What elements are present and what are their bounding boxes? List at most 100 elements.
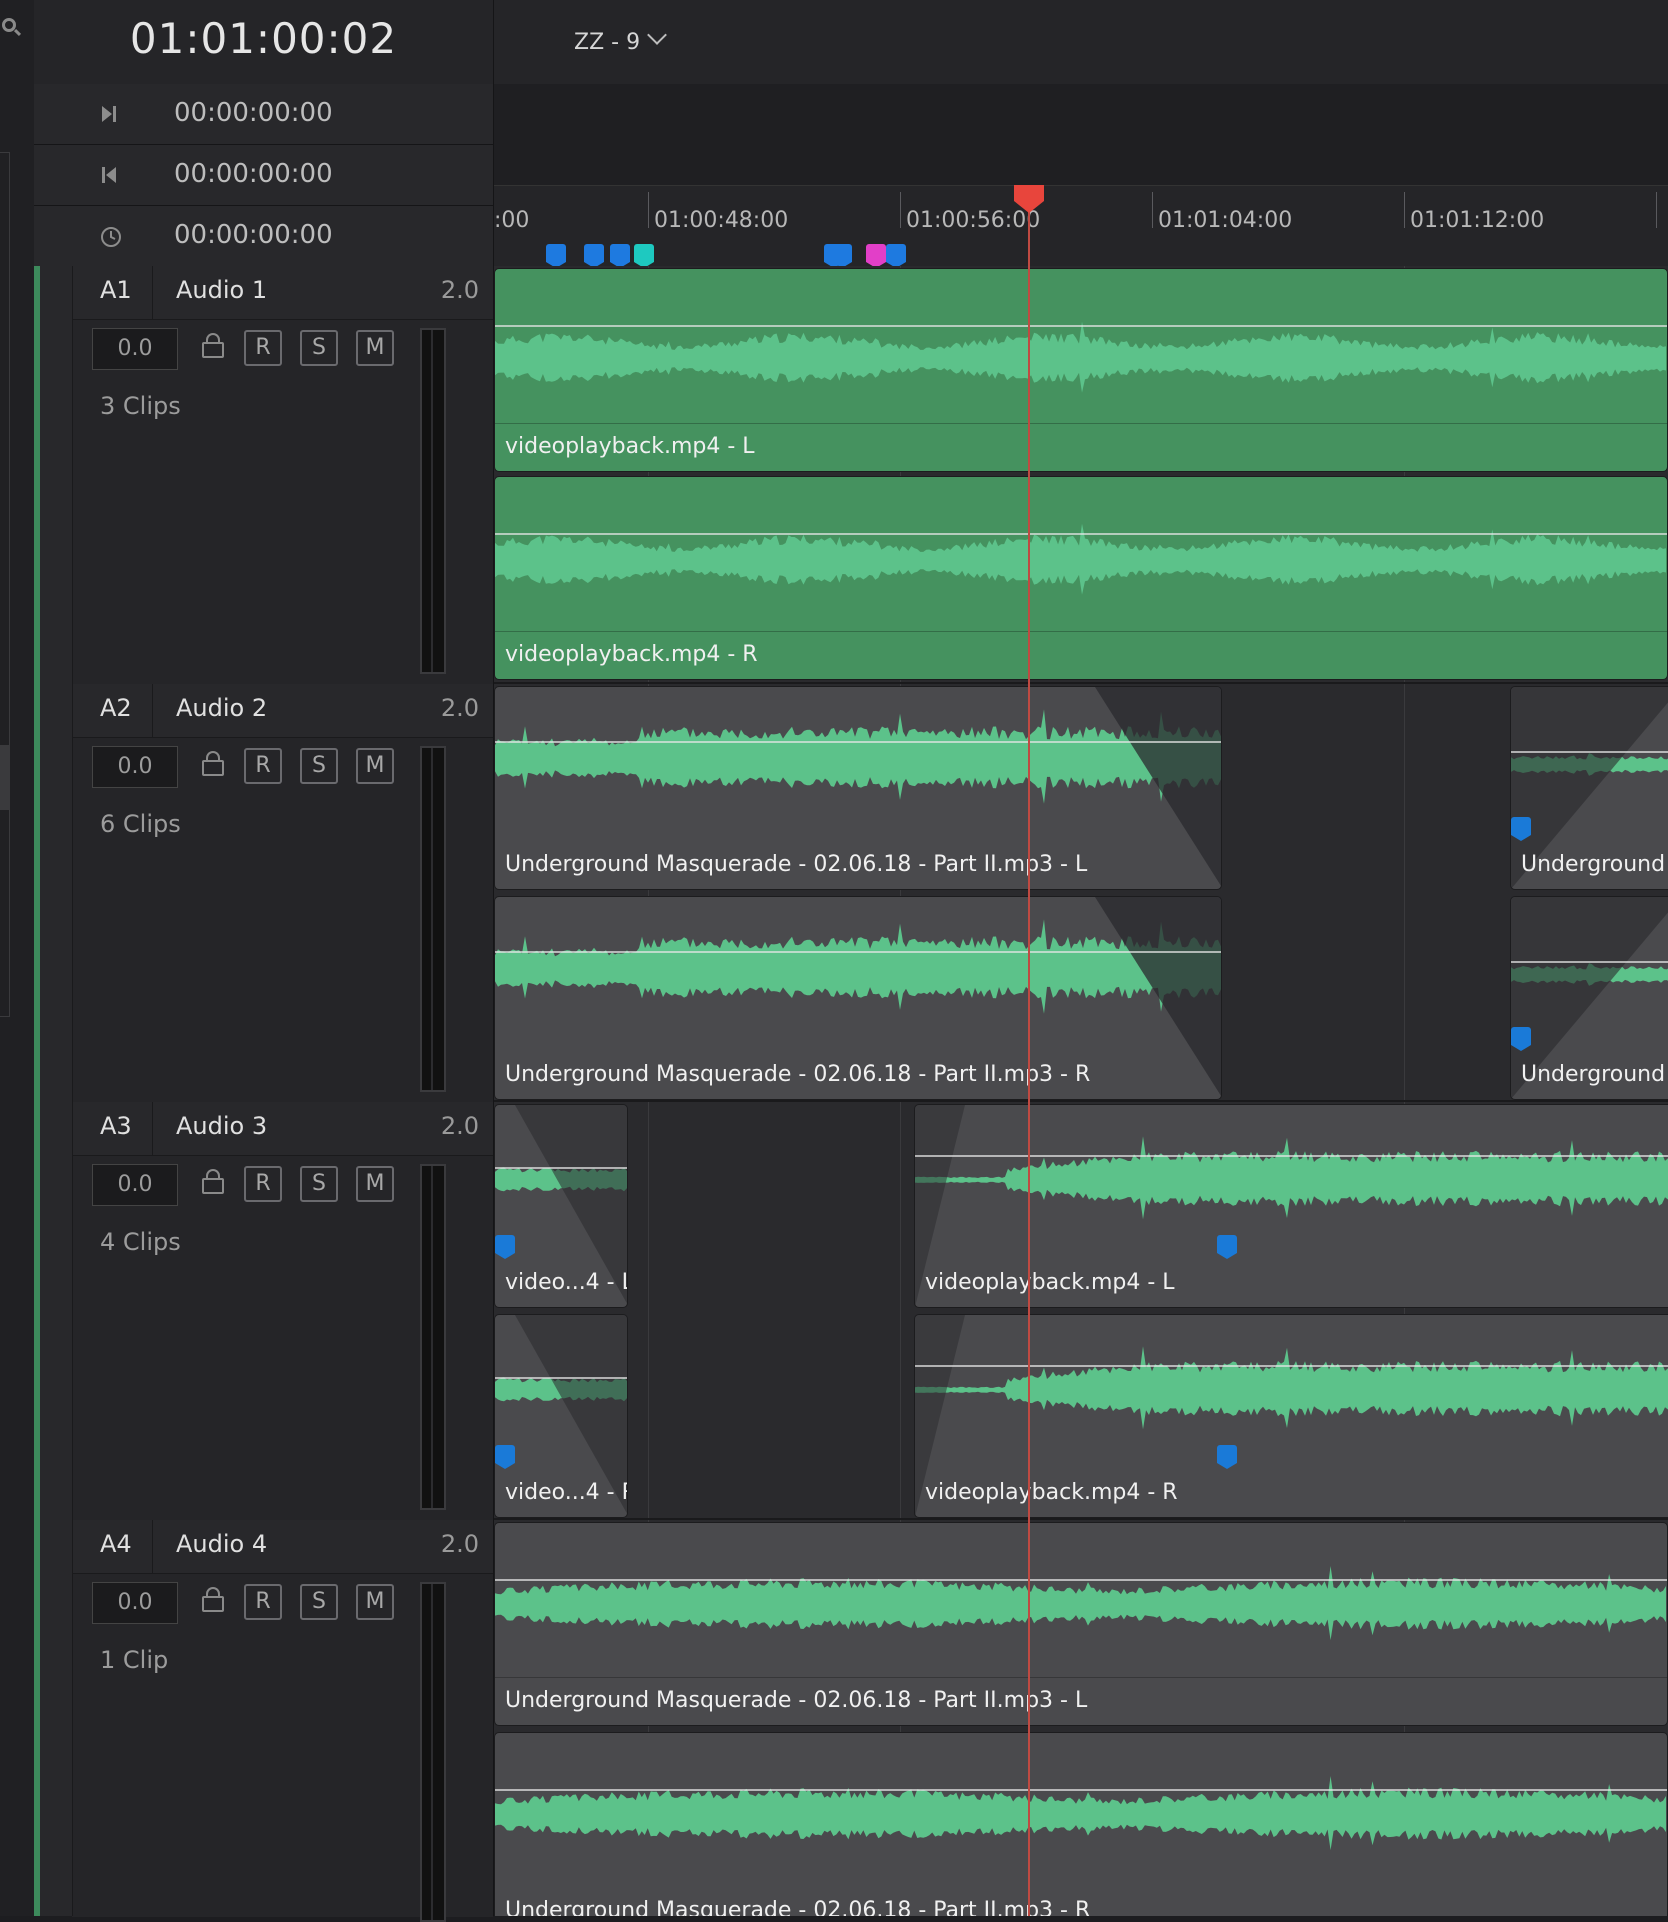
clip-marker[interactable] (1217, 1235, 1237, 1259)
audio-clip[interactable]: Underground Masquerade - 02.06.18 - Part… (494, 1522, 1668, 1726)
audio-clip[interactable]: videoplayback.mp4 - R (494, 476, 1668, 680)
track-header-a1[interactable]: A1 Audio 1 2.0 0.0 R S M 3 Clips (34, 266, 494, 686)
ruler-label: 01:01:04:00 (1158, 208, 1293, 233)
track-color-bar (34, 266, 40, 684)
ruler-label: :00 (494, 208, 530, 233)
mute-button[interactable]: M (356, 330, 394, 366)
audio-clip[interactable]: videoplayback.mp4 - L (494, 268, 1668, 472)
timeline-marker-blue[interactable] (584, 244, 604, 268)
timeline-selector[interactable]: ZZ - 9 (574, 30, 640, 55)
clip-marker[interactable] (495, 1235, 515, 1259)
audio-clip[interactable]: video...4 - R (494, 1314, 628, 1518)
audio-clip[interactable]: Underground Masquerade - 02.06.18 - Part… (494, 896, 1222, 1100)
waveform (495, 523, 1667, 595)
track-name[interactable]: Audio 2 (176, 694, 267, 722)
track-header-a4[interactable]: A4 Audio 4 2.0 0.0 R S M 1 Clip (34, 1520, 494, 1922)
track-volume-field[interactable]: 0.0 (92, 746, 178, 788)
record-arm-button[interactable]: R (244, 748, 282, 784)
panel-scroll-handle[interactable] (0, 745, 10, 810)
timeline-marker-blue[interactable] (832, 244, 852, 268)
lock-icon[interactable] (202, 1169, 224, 1194)
track-name[interactable]: Audio 4 (176, 1530, 267, 1558)
timecode-ruler[interactable]: :00 01:00:48:00 01:00:56:00 01:01:04:00 … (494, 185, 1668, 268)
track-name[interactable]: Audio 1 (176, 276, 267, 304)
audio-level-meter (420, 1582, 446, 1922)
in-point-row: 00:00:00:00 (34, 145, 494, 206)
timeline-marker-blue[interactable] (886, 244, 906, 268)
record-arm-button[interactable]: R (244, 1584, 282, 1620)
duration-value: 00:00:00:00 (174, 220, 333, 250)
clip-label: Underground (1521, 1062, 1666, 1087)
audio-clip[interactable]: Underground Masquerade - 02.06.18 - Part… (494, 686, 1222, 890)
playhead-handle[interactable] (1014, 185, 1044, 213)
clip-label: video...4 - R (505, 1480, 628, 1505)
audio-level-meter (420, 328, 446, 674)
ruler-label: 01:01:12:00 (1410, 208, 1545, 233)
audio-clip[interactable]: video...4 - L (494, 1104, 628, 1308)
mute-button[interactable]: M (356, 1166, 394, 1202)
audio-clip[interactable]: Underground (1510, 896, 1668, 1100)
clip-label: videoplayback.mp4 - L (505, 434, 755, 459)
clip-label: Underground Masquerade - 02.06.18 - Part… (505, 852, 1088, 877)
current-timecode[interactable]: 01:01:00:02 (34, 14, 493, 63)
clip-marker[interactable] (1511, 817, 1531, 841)
track-channel-format: 2.0 (440, 1530, 479, 1558)
clip-marker[interactable] (1511, 1027, 1531, 1051)
record-arm-button[interactable]: R (244, 1166, 282, 1202)
out-point-row: 00:00:00:00 (34, 84, 494, 145)
fade-out-handle (1095, 897, 1221, 1096)
track-name[interactable]: Audio 3 (176, 1112, 267, 1140)
track-color-bar (34, 1102, 40, 1520)
clip-marker[interactable] (1217, 1445, 1237, 1469)
track-volume-field[interactable]: 0.0 (92, 328, 178, 370)
clip-marker[interactable] (495, 1445, 515, 1469)
timeline-marker-cyan[interactable] (634, 244, 654, 268)
track-id: A4 (100, 1530, 132, 1558)
out-point-value: 00:00:00:00 (174, 98, 333, 128)
track-clip-count: 4 Clips (100, 1228, 181, 1256)
clip-label: videoplayback.mp4 - R (925, 1480, 1178, 1505)
solo-button[interactable]: S (300, 748, 338, 784)
in-point-value: 00:00:00:00 (174, 159, 333, 189)
go-to-out-icon[interactable] (100, 104, 116, 122)
timeline-marker-blue[interactable] (546, 244, 566, 268)
solo-button[interactable]: S (300, 1584, 338, 1620)
track-id: A2 (100, 694, 132, 722)
track-clip-count: 6 Clips (100, 810, 181, 838)
waveform (495, 1566, 1667, 1641)
lock-icon[interactable] (202, 751, 224, 776)
fade-out-handle (1095, 687, 1221, 886)
solo-button[interactable]: S (300, 330, 338, 366)
clip-label: video...4 - L (505, 1270, 628, 1295)
go-to-in-icon[interactable] (100, 165, 116, 183)
playhead[interactable] (1028, 196, 1030, 1916)
track-channel-format: 2.0 (440, 694, 479, 722)
timeline-tracks-area[interactable]: videoplayback.mp4 - L videoplayback.mp4 … (494, 266, 1668, 1916)
track-clip-count: 1 Clip (100, 1646, 169, 1674)
track-id: A1 (100, 276, 132, 304)
track-volume-field[interactable]: 0.0 (92, 1164, 178, 1206)
track-channel-format: 2.0 (440, 276, 479, 304)
duration-row: 00:00:00:00 (34, 206, 494, 267)
track-channel-format: 2.0 (440, 1112, 479, 1140)
lock-icon[interactable] (202, 1587, 224, 1612)
mute-button[interactable]: M (356, 748, 394, 784)
record-arm-button[interactable]: R (244, 330, 282, 366)
track-header-a2[interactable]: A2 Audio 2 2.0 0.0 R S M 6 Clips (34, 684, 494, 1104)
track-clip-count: 3 Clips (100, 392, 181, 420)
audio-clip[interactable]: Underground (1510, 686, 1668, 890)
mute-button[interactable]: M (356, 1584, 394, 1620)
lock-icon[interactable] (202, 333, 224, 358)
track-header-a3[interactable]: A3 Audio 3 2.0 0.0 R S M 4 Clips (34, 1102, 494, 1522)
track-volume-field[interactable]: 0.0 (92, 1582, 178, 1624)
audio-level-meter (420, 1164, 446, 1510)
clip-label: videoplayback.mp4 - L (925, 1270, 1175, 1295)
timeline-marker-blue[interactable] (610, 244, 630, 268)
timeline-marker-pink[interactable] (866, 244, 886, 268)
waveform (495, 1776, 1667, 1851)
track-color-bar (34, 1520, 40, 1916)
audio-clip[interactable]: Underground Masquerade - 02.06.18 - Part… (494, 1732, 1668, 1916)
solo-button[interactable]: S (300, 1166, 338, 1202)
track-color-bar (34, 684, 40, 1102)
search-icon[interactable] (2, 18, 16, 32)
